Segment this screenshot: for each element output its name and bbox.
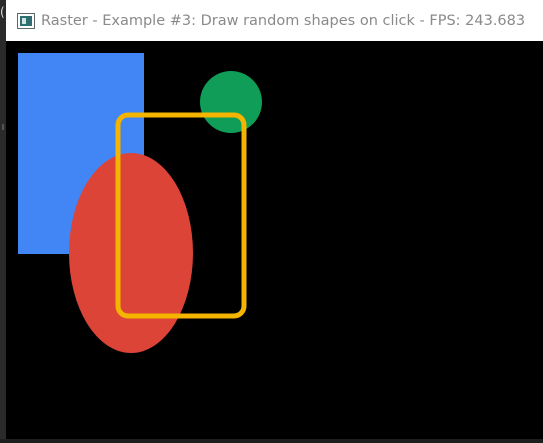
drawing-canvas[interactable] <box>6 41 543 439</box>
background-edge-tick <box>2 124 4 130</box>
raster-window[interactable]: Raster - Example #3: Draw random shapes … <box>6 0 543 439</box>
window-app-icon[interactable] <box>17 12 35 29</box>
green-circle <box>200 71 262 133</box>
background-edge-glyph: ( <box>0 5 5 19</box>
canvas-svg <box>18 53 262 353</box>
window-titlebar[interactable]: Raster - Example #3: Draw random shapes … <box>6 0 543 41</box>
window-title: Raster - Example #3: Draw random shapes … <box>41 12 526 29</box>
red-ellipse <box>69 153 193 353</box>
